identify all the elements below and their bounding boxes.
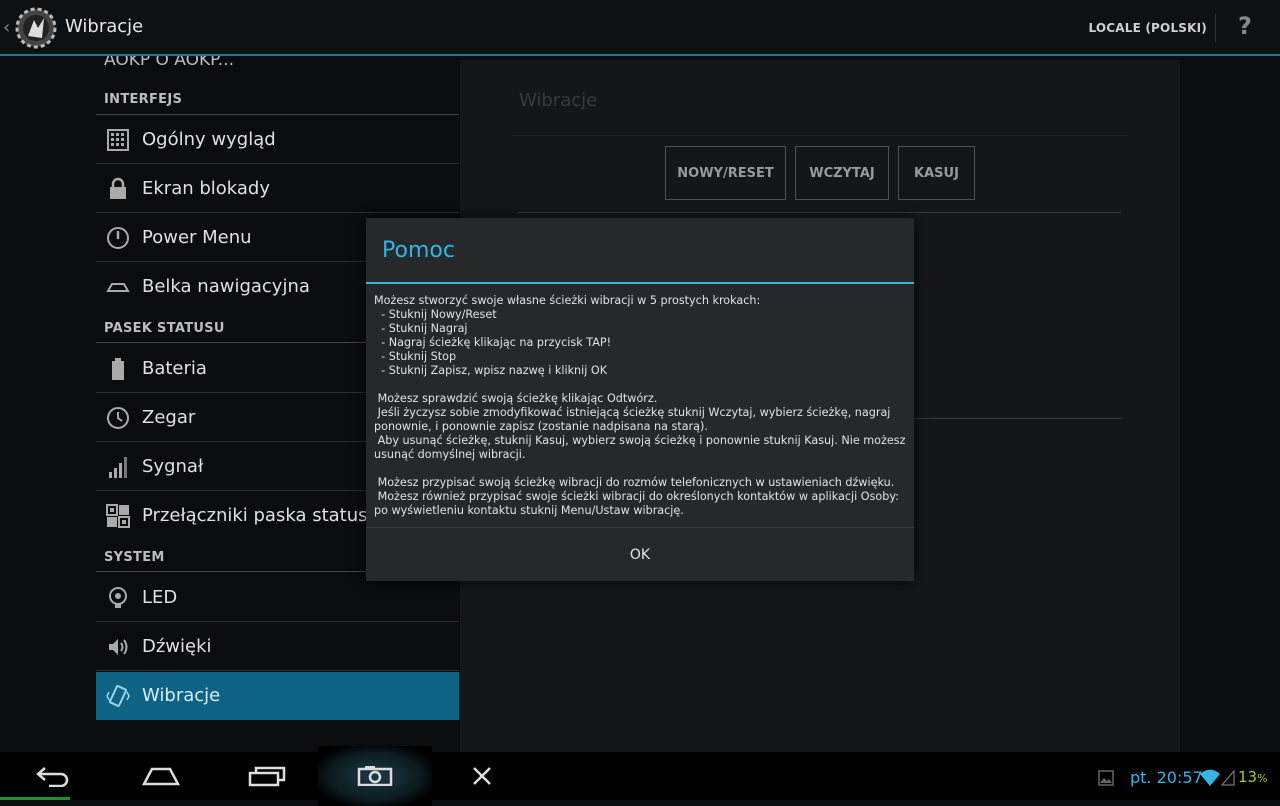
item-divider <box>96 212 459 213</box>
signal-icon <box>109 457 127 478</box>
action-divider <box>1215 14 1216 42</box>
list-item-label: Sygnał <box>142 456 204 477</box>
locale-button[interactable]: LOCALE (POLSKI) <box>1088 21 1207 35</box>
section-header-system: SYSTEM <box>104 550 165 565</box>
battery-icon <box>112 358 124 380</box>
recents-button[interactable] <box>232 752 302 800</box>
screenshot-button[interactable] <box>340 752 410 800</box>
power-icon <box>107 227 129 249</box>
battery-percent-unit: % <box>1257 772 1268 785</box>
dialog-title-divider <box>366 282 914 284</box>
page-title: Wibracje <box>65 16 144 37</box>
help-icon[interactable]: ? <box>1238 12 1252 40</box>
list-item-wibracje[interactable]: Wibracje <box>96 672 459 720</box>
action-bar: ‹ Wibracje LOCALE (POLSKI) ? <box>0 0 1280 56</box>
list-item-label: Dźwięki <box>142 636 212 657</box>
close-button[interactable] <box>447 752 517 800</box>
list-item-label: Ekran blokady <box>142 178 271 199</box>
content-divider <box>512 135 1128 136</box>
list-item-label: Power Menu <box>142 227 252 248</box>
load-button[interactable]: WCZYTAJ <box>795 146 889 200</box>
content-divider <box>518 212 1121 213</box>
battery-level: 13% <box>1238 768 1268 786</box>
status-clock[interactable]: pt. 20:57 <box>1130 768 1203 787</box>
list-item-label: Ogólny wygląd <box>142 129 276 150</box>
home-button[interactable] <box>126 752 196 800</box>
home-icon <box>142 767 180 786</box>
help-dialog: Pomoc Możesz stworzyć swoje własne ścież… <box>366 218 914 581</box>
list-item-ekran-blokady[interactable]: Ekran blokady <box>96 165 459 213</box>
notification-image-icon[interactable] <box>1098 770 1114 786</box>
list-item-label: Wibracje <box>142 685 221 706</box>
recents-icon <box>248 766 286 787</box>
back-icon <box>36 767 69 787</box>
list-item-led[interactable]: LED <box>96 574 459 622</box>
system-bar: pt. 20:57 13% <box>0 746 1280 806</box>
vibrate-icon <box>106 685 130 707</box>
item-divider <box>96 670 459 671</box>
toggles-icon <box>106 504 130 528</box>
list-item-label: Zegar <box>142 407 196 428</box>
list-item-label: Przełączniki paska statusu <box>142 505 379 526</box>
list-item-label: LED <box>142 587 178 608</box>
back-button[interactable] <box>18 752 88 800</box>
speaker-icon <box>109 639 128 655</box>
app-logo-icon[interactable] <box>14 6 58 50</box>
battery-percent-value: 13 <box>1238 768 1258 786</box>
close-icon <box>473 767 491 785</box>
delete-button[interactable]: KASUJ <box>898 146 975 200</box>
lock-icon <box>110 177 126 199</box>
list-item-dzwieki[interactable]: Dźwięki <box>96 623 459 671</box>
section-header-pasek-statusu: PASEK STATUSU <box>104 321 225 336</box>
up-caret-icon[interactable]: ‹ <box>3 17 10 38</box>
dialog-title: Pomoc <box>382 238 455 263</box>
truncated-list-item[interactable]: AOKP O AOKP... <box>104 56 234 70</box>
navbar-icon <box>106 283 130 292</box>
list-item-label: Belka nawigacyjna <box>142 276 310 297</box>
section-header-interfejs: INTERFEJS <box>104 92 183 107</box>
wifi-icon <box>1200 769 1235 786</box>
new-reset-button[interactable]: NOWY/RESET <box>665 146 786 200</box>
grid-icon <box>107 129 129 151</box>
list-item-label: Bateria <box>142 358 207 379</box>
ok-button[interactable]: OK <box>366 528 914 581</box>
screenshot-icon <box>357 766 393 786</box>
item-divider <box>96 621 459 622</box>
list-item-ogolny-wyglad[interactable]: Ogólny wygląd <box>96 116 459 164</box>
dialog-message: Możesz stworzyć swoje własne ścieżki wib… <box>374 294 906 517</box>
bulb-icon <box>109 587 127 608</box>
clock-icon <box>107 407 129 429</box>
content-title: Wibracje <box>519 90 598 111</box>
item-divider <box>96 163 459 164</box>
section-divider <box>96 114 459 115</box>
